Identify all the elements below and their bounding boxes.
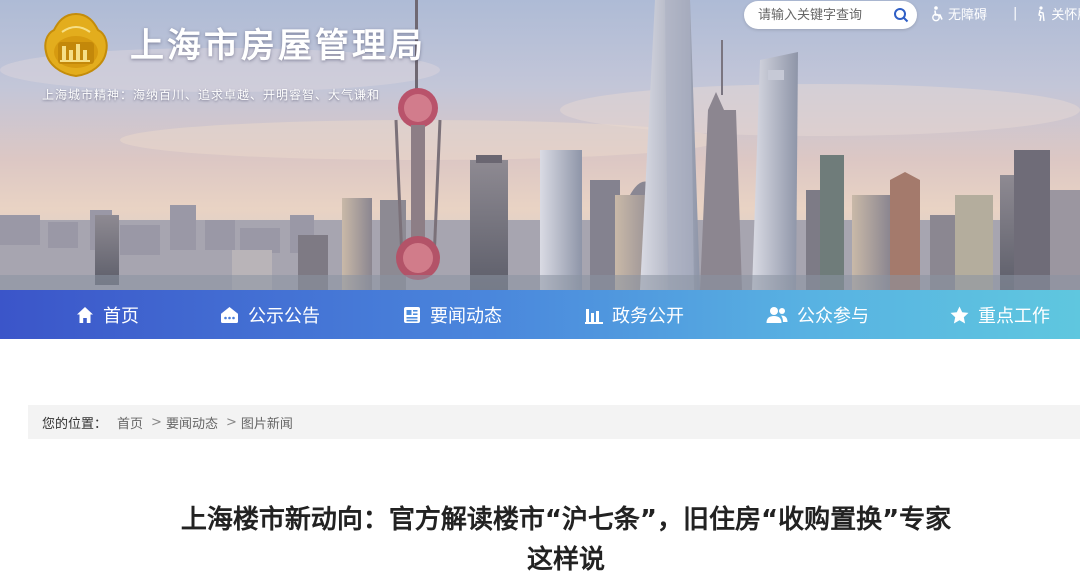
- nav-item-announcements[interactable]: 公示公告: [220, 290, 320, 339]
- article-title-line-2: 这样说: [526, 545, 605, 575]
- breadcrumb-label: 您的位置：: [42, 416, 108, 432]
- nav-item-key-work[interactable]: 重点工作: [950, 290, 1050, 339]
- breadcrumb-separator: >: [151, 414, 162, 430]
- nav-item-label: 政务公开: [612, 305, 684, 327]
- breadcrumb-item-photo-news[interactable]: 图片新闻: [241, 413, 293, 432]
- breadcrumb-separator: >: [225, 414, 237, 430]
- nav-item-label: 要闻动态: [430, 305, 502, 327]
- accessibility-link[interactable]: 无障碍: [930, 4, 987, 23]
- search-input[interactable]: [758, 5, 890, 25]
- nav-item-government-affairs[interactable]: 政务公开: [585, 290, 684, 339]
- care-mode-link[interactable]: 关怀版: [1035, 4, 1080, 23]
- announcement-icon: [221, 306, 238, 323]
- breadcrumb-item-news[interactable]: 要闻动态: [166, 413, 218, 432]
- site-title: 上海市房屋管理局: [130, 26, 426, 66]
- care-mode-label: 关怀版: [1051, 8, 1080, 23]
- news-icon: [404, 306, 420, 323]
- header-banner: 上海市房屋管理局 上海城市精神：海纳百川、追求卓越、开明睿智、大气谦和 无障碍 …: [0, 0, 1080, 290]
- nav-item-label: 公示公告: [248, 305, 320, 327]
- nav-item-home[interactable]: 首页: [76, 290, 139, 339]
- article-title-line-1: 上海楼市新动向：官方解读楼市“沪七条”，旧住房“收购置换”专家: [180, 505, 952, 535]
- city-spirit-text: 上海城市精神：海纳百川、追求卓越、开明睿智、大气谦和: [42, 88, 381, 102]
- breadcrumb-item-home[interactable]: 首页: [117, 413, 143, 432]
- accessibility-label: 无障碍: [948, 8, 988, 23]
- nav-item-public-participation[interactable]: 公众参与: [766, 290, 869, 339]
- elderly-care-icon: [1038, 5, 1046, 21]
- wheelchair-icon: [932, 5, 943, 21]
- home-icon: [77, 306, 93, 323]
- nav-item-label: 首页: [103, 305, 139, 327]
- bar-chart-icon: [585, 308, 603, 324]
- nav-item-news[interactable]: 要闻动态: [403, 290, 502, 339]
- logo-emblem-icon[interactable]: [42, 12, 110, 78]
- link-divider: |: [1013, 6, 1018, 21]
- nav-item-label: 重点工作: [978, 305, 1050, 327]
- top-utility-links: 无障碍 | 关怀版: [930, 4, 1080, 23]
- nav-item-label: 公众参与: [797, 305, 869, 327]
- article-title: 上海楼市新动向：官方解读楼市“沪七条”，旧住房“收购置换”专家 这样说: [140, 500, 992, 580]
- search-icon[interactable]: [893, 7, 909, 23]
- breadcrumb: 您的位置： 首页 > 要闻动态 > 图片新闻: [28, 405, 1080, 439]
- people-icon: [766, 306, 788, 323]
- main-nav: 首页 公示公告 要闻动态 政务公开 公众参与 重点工作: [0, 290, 1080, 339]
- search-box: [744, 1, 917, 29]
- star-icon: [950, 306, 969, 323]
